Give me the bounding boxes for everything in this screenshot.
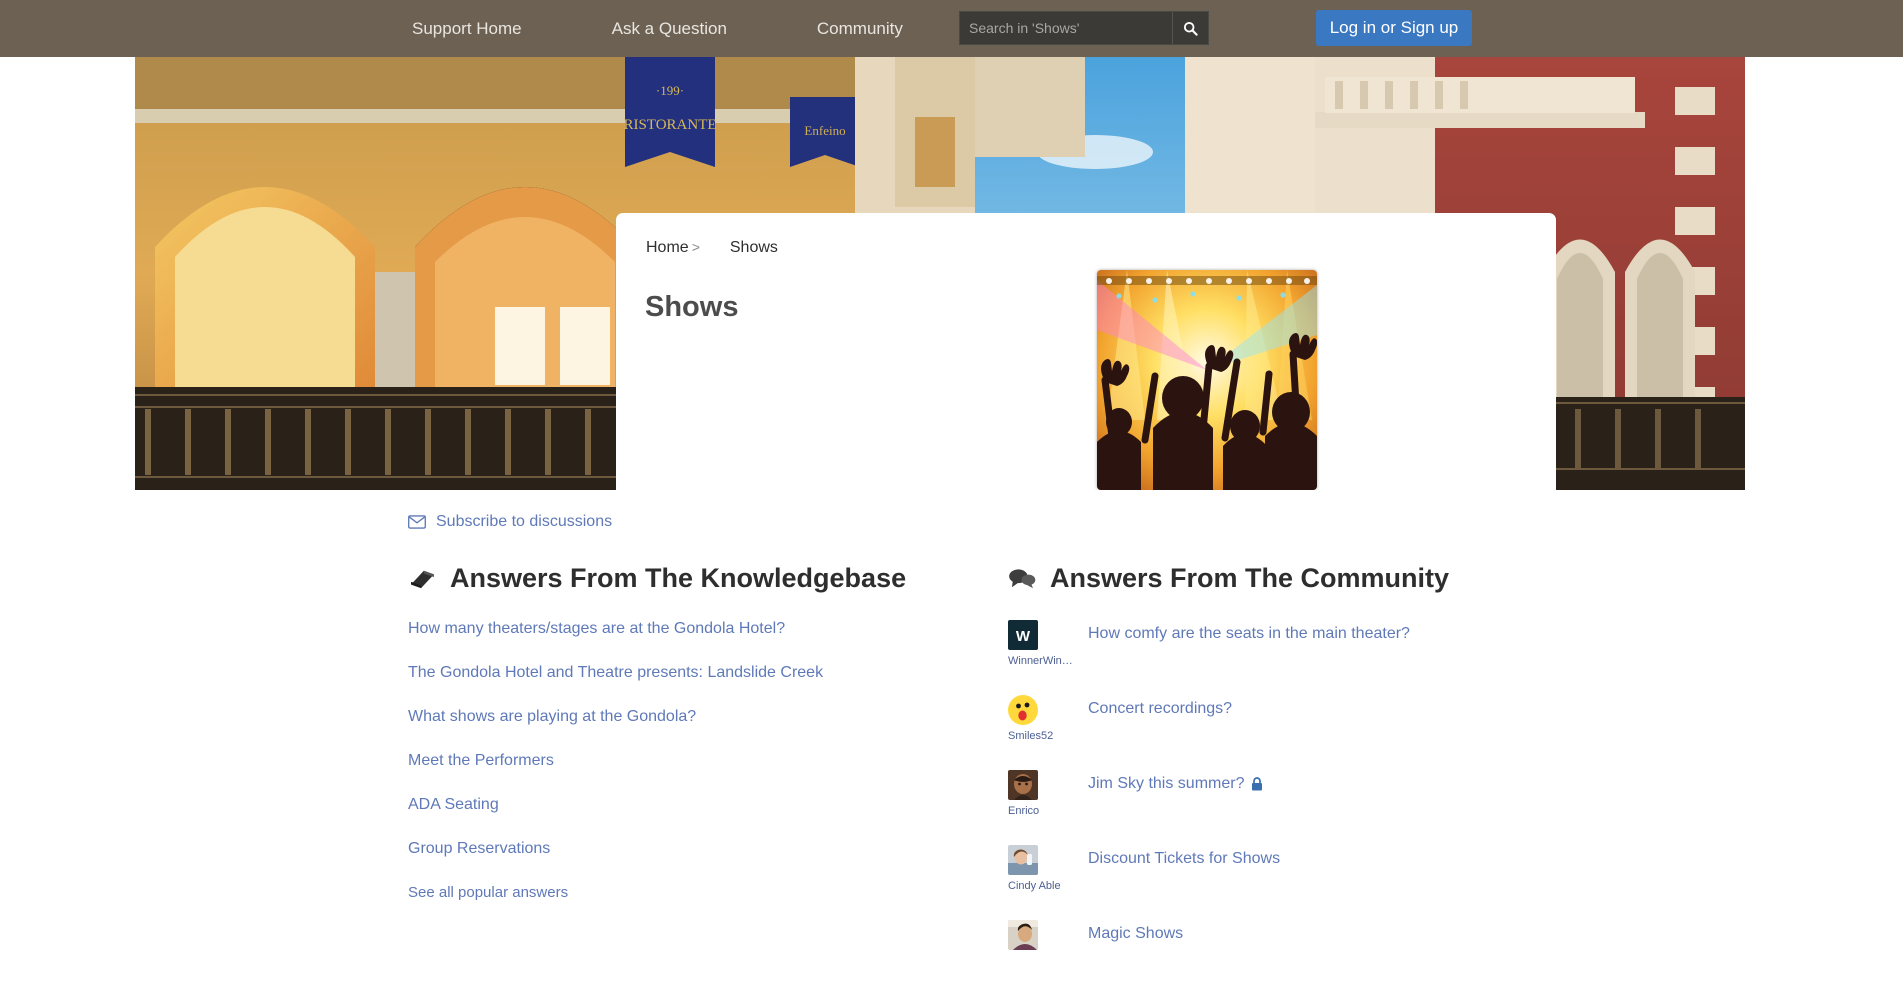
subscribe-label: Subscribe to discussions (436, 513, 613, 530)
concert-crowd-icon (1097, 270, 1317, 490)
shows-thumbnail-image (1097, 270, 1317, 490)
community-title-text-1: Concert recordings? (1088, 700, 1233, 717)
community-list-item: Smiles52 Concert recordings? (1008, 695, 1608, 742)
breadcrumb-home-link[interactable]: Home (646, 239, 689, 257)
top-navigation-bar: Support Home Ask a Question Community Lo… (0, 0, 1903, 57)
nav-link-ask-a-question[interactable]: Ask a Question (612, 19, 727, 39)
svg-text:Enfeino: Enfeino (804, 123, 845, 138)
knowledgebase-section: Answers From The Knowledgebase How many … (408, 563, 968, 901)
community-username-1[interactable]: Smiles52 (1008, 730, 1088, 742)
search-icon (1183, 21, 1198, 36)
community-author-3: Cindy Able (1008, 845, 1088, 892)
community-username-0[interactable]: WinnerWin… (1008, 655, 1088, 667)
hero-banner: ·199· RISTORANTE Enfeino Home > Shows Sh… (135, 57, 1745, 490)
breadcrumb: Home > Shows (646, 239, 778, 257)
community-section: Answers From The Community W WinnerWin… … (1008, 563, 1608, 983)
photo-avatar-cindy[interactable] (1008, 845, 1038, 875)
hero-content-card: Home > Shows Shows (616, 213, 1556, 490)
breadcrumb-current: Shows (729, 239, 778, 256)
surprised-emoji-avatar[interactable] (1008, 695, 1038, 725)
community-username-3[interactable]: Cindy Able (1008, 880, 1088, 892)
login-signup-button[interactable]: Log in or Sign up (1316, 10, 1472, 46)
nav-link-community[interactable]: Community (817, 19, 903, 39)
kb-link-3[interactable]: Meet the Performers (408, 752, 968, 770)
page-title: Shows (645, 291, 739, 323)
community-list-item: Cindy Able Discount Tickets for Shows (1008, 845, 1608, 892)
community-title-link-1[interactable]: Concert recordings? (1088, 700, 1232, 718)
kb-link-4[interactable]: ADA Seating (408, 796, 968, 814)
community-title-text-0: How comfy are the seats in the main thea… (1088, 625, 1410, 642)
community-list-item: Enrico Jim Sky this summer? (1008, 770, 1608, 817)
see-all-popular-answers-link[interactable]: See all popular answers (408, 884, 968, 901)
breadcrumb-separator: > (691, 239, 700, 255)
kb-link-5[interactable]: Group Reservations (408, 840, 968, 858)
community-list-item: W WinnerWin… How comfy are the seats in … (1008, 620, 1608, 667)
community-author-4 (1008, 920, 1088, 955)
knowledgebase-heading: Answers From The Knowledgebase (408, 563, 968, 594)
svg-text:W: W (1016, 628, 1031, 645)
photo-avatar-magic[interactable] (1008, 920, 1038, 950)
community-title-link-2[interactable]: Jim Sky this summer? (1088, 775, 1263, 793)
community-title: Answers From The Community (1050, 563, 1450, 593)
community-author-0: W WinnerWin… (1008, 620, 1088, 667)
speech-bubbles-icon (1009, 568, 1036, 588)
search-box (959, 11, 1209, 45)
kb-link-1[interactable]: The Gondola Hotel and Theatre presents: … (408, 664, 968, 682)
search-input[interactable] (960, 12, 1172, 44)
svg-text:RISTORANTE: RISTORANTE (623, 117, 716, 133)
photo-avatar-enrico[interactable] (1008, 770, 1038, 800)
community-title-text-4: Magic Shows (1088, 925, 1184, 942)
nav-links: Support Home Ask a Question Community (412, 19, 903, 39)
book-icon (411, 570, 434, 588)
community-title-link-0[interactable]: How comfy are the seats in the main thea… (1088, 625, 1410, 643)
subscribe-to-discussions[interactable]: Subscribe to discussions (408, 513, 612, 531)
search-button[interactable] (1172, 12, 1208, 44)
community-title-text-3: Discount Tickets for Shows (1088, 850, 1281, 867)
kb-link-0[interactable]: How many theaters/stages are at the Gond… (408, 620, 968, 638)
letter-w-avatar[interactable]: W (1008, 620, 1038, 650)
community-author-1: Smiles52 (1008, 695, 1088, 742)
community-title-link-4[interactable]: Magic Shows (1088, 925, 1183, 943)
nav-link-support-home[interactable]: Support Home (412, 19, 522, 39)
community-heading: Answers From The Community (1008, 563, 1608, 594)
community-title-link-3[interactable]: Discount Tickets for Shows (1088, 850, 1280, 868)
community-list-item: Magic Shows (1008, 920, 1608, 955)
community-author-2: Enrico (1008, 770, 1088, 817)
community-username-2[interactable]: Enrico (1008, 805, 1088, 817)
envelope-icon (408, 515, 426, 529)
kb-link-2[interactable]: What shows are playing at the Gondola? (408, 708, 968, 726)
knowledgebase-title: Answers From The Knowledgebase (450, 563, 907, 593)
svg-text:·199·: ·199· (656, 83, 684, 98)
community-title-text-2: Jim Sky this summer? (1088, 775, 1245, 792)
lock-icon (1252, 777, 1263, 791)
